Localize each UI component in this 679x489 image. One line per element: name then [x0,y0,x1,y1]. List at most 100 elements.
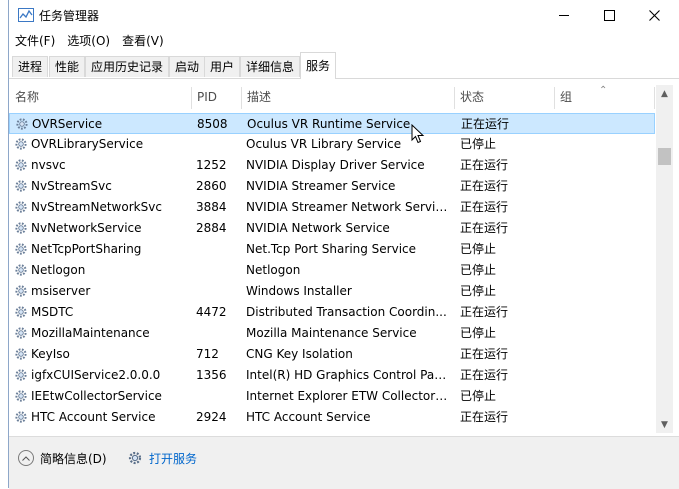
close-icon [648,10,660,21]
table-row[interactable]: HTC Account Service 2924 HTC Account Servi… [9,407,655,428]
service-status: 正在运行 [460,221,509,235]
service-status: 正在运行 [460,158,509,172]
list-header: 名称 PID 描述 状态 组 ⌃ [9,85,655,109]
gear-icon [15,369,27,381]
gear-icon [128,451,142,465]
service-status: 正在运行 [460,305,509,319]
service-description: NVIDIA Streamer Service [246,179,396,193]
column-header-pid[interactable]: PID [191,85,241,109]
gear-icon [15,285,27,297]
service-description: NVIDIA Streamer Network Service [246,200,448,214]
service-name: Netlogon [31,263,86,277]
service-status: 已停止 [460,284,497,298]
service-description: NVIDIA Network Service [246,221,390,235]
service-pid [196,134,242,155]
service-name: msiserver [31,284,91,298]
table-row[interactable]: MSDTC 4472 Distributed Transaction Coordin… [9,302,655,323]
scroll-down-arrow-icon[interactable]: ▼ [656,416,673,433]
service-name: MozillaMaintenance [31,326,150,340]
table-row[interactable]: NvNetworkService 2884 NVIDIA Network Servi… [9,218,655,239]
footer-bar: 简略信息(D) 打开服务 [9,436,679,489]
column-header-status[interactable]: 状态 [454,85,554,109]
service-status: 正在运行 [460,368,509,382]
table-row[interactable]: msiserver Windows Installer 已停止 [9,281,655,302]
service-description: HTC Account Service [246,410,371,424]
service-pid [196,260,242,281]
service-name: MSDTC [31,305,74,319]
table-row[interactable]: KeyIso 712 CNG Key Isolation 正在运行 [9,344,655,365]
table-row[interactable]: IEEtwCollectorService Internet Explorer E… [9,386,655,407]
column-divider[interactable] [654,87,655,109]
table-row[interactable]: Netlogon Netlogon 已停止 [9,260,655,281]
service-name: OVRService [32,117,103,131]
service-name: IEEtwCollectorService [31,389,162,403]
maximize-button[interactable] [586,0,632,31]
table-row[interactable]: NvStreamNetworkSvc 3884 NVIDIA Streamer Ne… [9,197,655,218]
column-header-description[interactable]: 描述 [241,85,455,109]
table-row[interactable]: OVRService 8508 Oculus VR Runtime Service 正… [9,113,655,134]
service-name: NvStreamNetworkSvc [31,200,162,214]
tab-users[interactable]: 用户 [204,56,241,77]
menu-file[interactable]: 文件(F) [9,31,61,51]
maximize-icon [603,10,615,21]
service-pid: 2860 [196,179,227,193]
service-description: Distributed Transaction Coordin... [246,305,447,319]
gear-icon [15,348,27,360]
gear-icon [15,180,27,192]
service-pid: 2924 [196,410,227,424]
table-row[interactable]: NetTcpPortSharing Net.Tcp Port Sharing Se… [9,239,655,260]
gear-icon [15,411,27,423]
tab-processes[interactable]: 进程 [12,56,49,77]
tab-startup[interactable]: 启动 [169,56,206,77]
service-description: Netlogon [246,263,301,277]
service-description: Net.Tcp Port Sharing Service [246,242,417,256]
gear-icon [15,222,27,234]
service-name: NvNetworkService [31,221,142,235]
table-row[interactable]: nvsvc 1252 NVIDIA Display Driver Service 正在… [9,155,655,176]
tab-performance[interactable]: 性能 [49,56,86,77]
service-pid: 712 [196,347,219,361]
minimize-button[interactable] [541,0,587,31]
minimize-icon [559,15,569,16]
service-status: 正在运行 [460,347,509,361]
service-status: 已停止 [460,263,497,277]
service-description: NVIDIA Display Driver Service [246,158,425,172]
scrollbar-thumb[interactable] [658,148,671,165]
service-name: HTC Account Service [31,410,156,424]
service-pid [196,323,242,344]
table-row[interactable]: OVRLibraryService Oculus VR Library Servi… [9,134,655,155]
service-pid [196,386,242,407]
service-description: CNG Key Isolation [246,347,353,361]
close-button[interactable] [631,0,677,31]
service-name: igfxCUIService2.0.0.0 [31,368,161,382]
table-row[interactable]: NvStreamSvc 2860 NVIDIA Streamer Service 正在… [9,176,655,197]
service-status: 已停止 [460,242,497,256]
tab-details[interactable]: 详细信息 [240,56,301,77]
title-bar: 任务管理器 [9,0,679,31]
fewer-details-button[interactable]: 简略信息(D) [18,448,107,468]
tab-app-history[interactable]: 应用历史记录 [85,56,170,77]
service-description: Internet Explorer ETW Collector ... [246,389,448,403]
gear-icon [15,390,27,402]
menu-options[interactable]: 选项(O) [61,31,116,51]
service-description: Mozilla Maintenance Service [246,326,417,340]
mouse-cursor-icon [411,124,425,144]
service-status: 已停止 [460,389,497,403]
gear-icon [15,201,27,213]
open-services-link[interactable]: 打开服务 [127,448,197,468]
services-list: 名称 PID 描述 状态 组 ⌃ OVRService 8508 Oculus VR… [9,85,679,433]
menu-view[interactable]: 查看(V) [116,31,170,51]
service-pid: 3884 [196,200,227,214]
service-pid [196,281,242,302]
scroll-up-arrow-icon[interactable]: ▲ [656,85,673,102]
table-row[interactable]: igfxCUIService2.0.0.0 1356 Intel(R) HD Gra… [9,365,655,386]
gear-icon [15,243,27,255]
sort-arrow-icon: ⌃ [599,85,608,96]
gear-icon [16,118,28,130]
column-header-name[interactable]: 名称 [9,85,192,109]
task-manager-app-icon [18,8,34,22]
vertical-scrollbar[interactable]: ▲ ▼ [656,85,673,433]
table-row[interactable]: MozillaMaintenance Mozilla Maintenance Se… [9,323,655,344]
tab-services[interactable]: 服务 [300,52,337,79]
service-pid: 1252 [196,158,227,172]
